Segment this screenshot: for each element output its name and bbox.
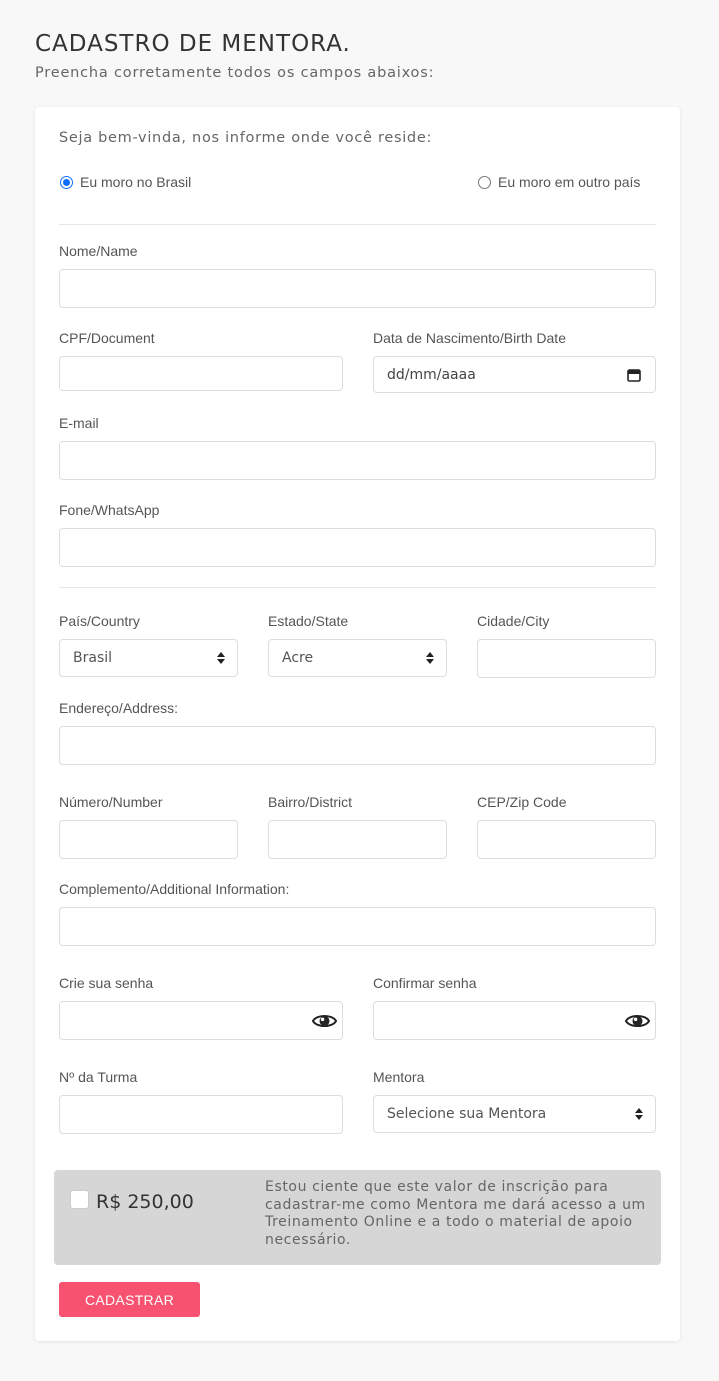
email-input[interactable] [59, 441, 656, 480]
radio-brazil[interactable]: Eu moro no Brasil [60, 174, 191, 190]
residence-prompt: Seja bem-vinda, nos informe onde você re… [59, 130, 433, 146]
class-number-label: Nº da Turma [59, 1069, 138, 1085]
eye-icon[interactable] [311, 1011, 338, 1031]
calendar-icon[interactable] [627, 368, 641, 382]
number-input[interactable] [59, 820, 238, 859]
confirm-password-input[interactable] [373, 1001, 656, 1040]
terms-text: Estou ciente que este valor de inscrição… [265, 1179, 646, 1248]
mentor-select[interactable]: Selecione sua Mentora [373, 1095, 656, 1133]
mentor-selected: Selecione sua Mentora [387, 1106, 547, 1122]
radio-other-country[interactable]: Eu moro em outro país [478, 174, 640, 190]
birth-date-placeholder: dd/mm/aaaa [387, 366, 476, 383]
payment-box: R$ 250,00 Estou ciente que este valor de… [54, 1170, 661, 1265]
submit-button[interactable]: CADASTRAR [59, 1282, 200, 1317]
state-select[interactable]: Acre [268, 639, 447, 677]
terms-checkbox[interactable] [70, 1190, 89, 1209]
select-arrows-icon [426, 652, 434, 664]
password-input[interactable] [59, 1001, 343, 1040]
radio-brazil-indicator[interactable] [60, 175, 73, 189]
class-number-input[interactable] [59, 1095, 343, 1134]
select-arrows-icon [635, 1108, 643, 1120]
birth-date-label: Data de Nascimento/Birth Date [373, 330, 566, 346]
complement-label: Complemento/Additional Information: [59, 881, 290, 897]
divider [59, 587, 656, 588]
name-input[interactable] [59, 269, 656, 308]
zip-label: CEP/Zip Code [477, 794, 567, 810]
city-label: Cidade/City [477, 613, 550, 629]
password-label: Crie sua senha [59, 975, 154, 991]
birth-date-input[interactable]: dd/mm/aaaa [373, 356, 656, 393]
cpf-input[interactable] [59, 356, 343, 391]
zip-input[interactable] [477, 820, 656, 859]
phone-label: Fone/WhatsApp [59, 502, 160, 518]
cpf-label: CPF/Document [59, 330, 155, 346]
district-input[interactable] [268, 820, 447, 859]
city-input[interactable] [477, 639, 656, 678]
state-label: Estado/State [268, 613, 349, 629]
confirm-password-label: Confirmar senha [373, 975, 477, 991]
eye-icon[interactable] [624, 1011, 651, 1031]
registration-form: Seja bem-vinda, nos informe onde você re… [35, 107, 680, 1341]
name-label: Nome/Name [59, 243, 138, 259]
complement-input[interactable] [59, 907, 656, 946]
radio-other-country-indicator[interactable] [478, 175, 491, 189]
country-label: País/Country [59, 613, 140, 629]
email-label: E-mail [59, 415, 99, 431]
country-select[interactable]: Brasil [59, 639, 238, 677]
phone-input[interactable] [59, 528, 656, 567]
radio-other-country-label: Eu moro em outro país [498, 174, 641, 190]
select-arrows-icon [217, 652, 225, 664]
state-selected: Acre [282, 650, 314, 666]
page-subtitle: Preencha corretamente todos os campos ab… [35, 65, 435, 81]
number-label: Número/Number [59, 794, 163, 810]
address-label: Endereço/Address: [59, 700, 179, 716]
page-title: CADASTRO DE MENTORA. [35, 31, 351, 57]
mentor-label: Mentora [373, 1069, 425, 1085]
district-label: Bairro/District [268, 794, 353, 810]
address-input[interactable] [59, 726, 656, 765]
radio-brazil-label: Eu moro no Brasil [80, 174, 192, 190]
price-label: R$ 250,00 [96, 1191, 194, 1213]
divider [59, 224, 656, 225]
country-selected: Brasil [73, 650, 113, 666]
